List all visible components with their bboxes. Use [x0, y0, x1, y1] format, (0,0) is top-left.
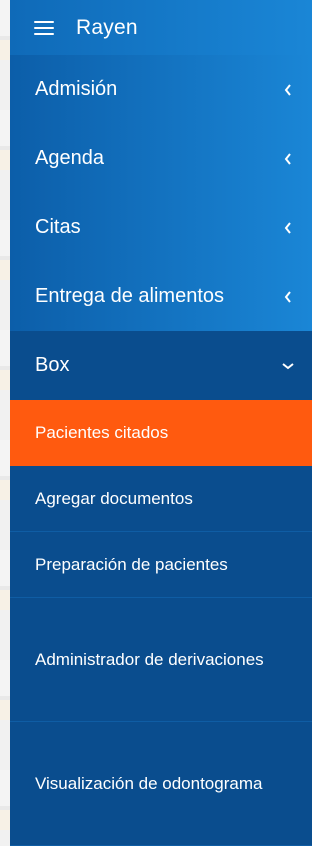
sidebar-item-citas[interactable]: Citas [10, 193, 312, 262]
submenu-item-pacientes-citados[interactable]: Pacientes citados [10, 400, 312, 466]
brand-title: Rayen [76, 15, 138, 39]
submenu-item-administrador-de-derivaciones[interactable]: Administrador de derivaciones [10, 598, 312, 722]
submenu-item-agregar-documentos[interactable]: Agregar documentos [10, 466, 312, 532]
box-submenu: Pacientes citados Agregar documentos Pre… [10, 400, 312, 846]
chevron-left-icon [282, 83, 294, 96]
sidebar-item-label: Admisión [35, 78, 118, 100]
hamburger-icon[interactable] [34, 20, 54, 35]
sidebar-item-admision[interactable]: Admisión [10, 55, 312, 124]
submenu-item-label: Visualización de odontograma [35, 773, 263, 793]
chevron-down-icon [282, 360, 294, 372]
sidebar-item-label: Box [35, 354, 70, 376]
sidebar: Rayen Admisión Agenda Citas Entrega de a… [10, 0, 312, 846]
sidebar-item-agenda[interactable]: Agenda [10, 124, 312, 193]
chevron-left-icon [282, 290, 294, 303]
submenu-item-label: Preparación de pacientes [35, 554, 228, 574]
submenu-item-label: Administrador de derivaciones [35, 649, 264, 669]
sidebar-item-label: Citas [35, 216, 81, 238]
sidebar-item-label: Entrega de alimentos [35, 285, 225, 307]
sidebar-item-entrega-de-alimentos[interactable]: Entrega de alimentos [10, 262, 312, 331]
sidebar-menu: Admisión Agenda Citas Entrega de aliment… [10, 55, 312, 846]
sidebar-item-label: Agenda [35, 147, 104, 169]
chevron-left-icon [282, 152, 294, 165]
submenu-item-visualizacion-de-odontograma[interactable]: Visualización de odontograma [10, 722, 312, 846]
submenu-item-label: Agregar documentos [35, 488, 193, 508]
submenu-item-preparacion-de-pacientes[interactable]: Preparación de pacientes [10, 532, 312, 598]
background-edge [0, 0, 10, 846]
page: Rayen Admisión Agenda Citas Entrega de a… [0, 0, 312, 846]
sidebar-item-box[interactable]: Box [10, 331, 312, 400]
submenu-item-label: Pacientes citados [35, 422, 169, 442]
sidebar-header: Rayen [10, 0, 312, 55]
chevron-left-icon [282, 221, 294, 234]
